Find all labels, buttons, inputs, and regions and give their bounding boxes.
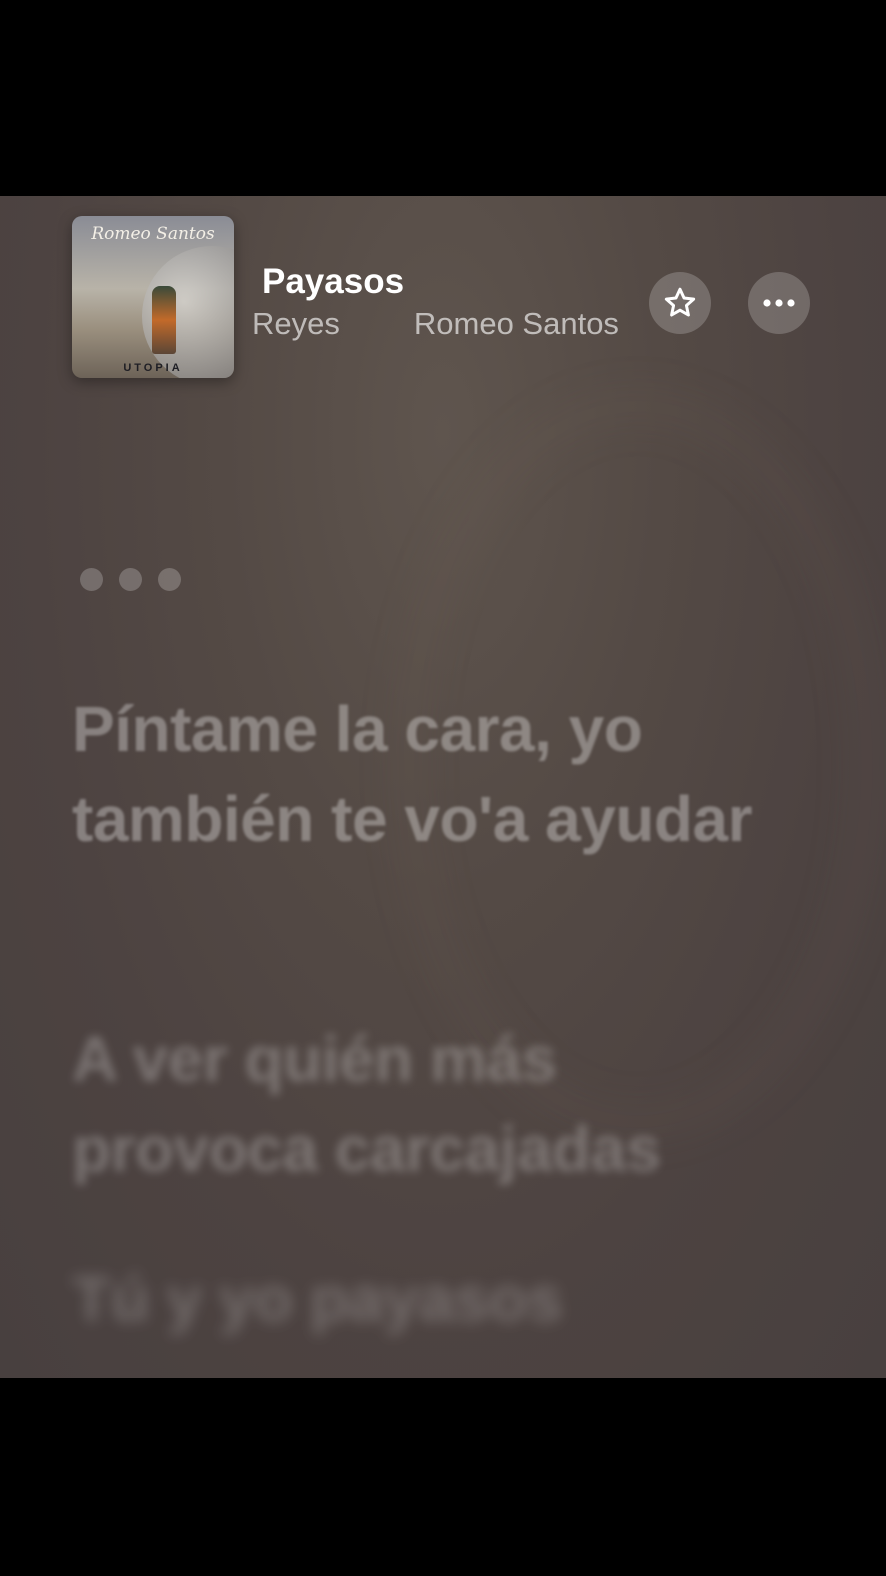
indicator-dot	[119, 568, 142, 591]
ellipsis-icon	[763, 299, 795, 307]
instrumental-break-indicator	[80, 568, 181, 591]
lyric-line[interactable]: Píntame la cara, yo también te vo'a ayud…	[72, 684, 772, 864]
artist-name: Romeo Santos	[413, 306, 619, 341]
indicator-dot	[80, 568, 103, 591]
artwork-artist-script: Romeo Santos	[91, 224, 215, 244]
song-title[interactable]: Payasos	[262, 262, 404, 302]
lyric-line[interactable]: Tú y yo payasos	[72, 1254, 792, 1344]
star-icon	[664, 287, 696, 317]
artist-marquee[interactable]: Reyes Romeo Santos	[240, 306, 640, 348]
indicator-dot	[158, 568, 181, 591]
favorite-button[interactable]	[649, 272, 711, 334]
lyric-line[interactable]: A ver quién más provoca carcajadas	[72, 1014, 792, 1194]
more-options-button[interactable]	[748, 272, 810, 334]
artist-list: Reyes Romeo Santos	[252, 306, 619, 342]
artwork-album-name: UTOPIA	[123, 362, 183, 374]
artist-name: Reyes	[252, 306, 340, 341]
now-playing-lyrics-screen: Romeo Santos UTOPIA Payasos Reyes Romeo S…	[0, 196, 886, 1378]
album-artwork[interactable]: Romeo Santos UTOPIA	[72, 216, 234, 378]
artwork-figure	[152, 286, 176, 354]
